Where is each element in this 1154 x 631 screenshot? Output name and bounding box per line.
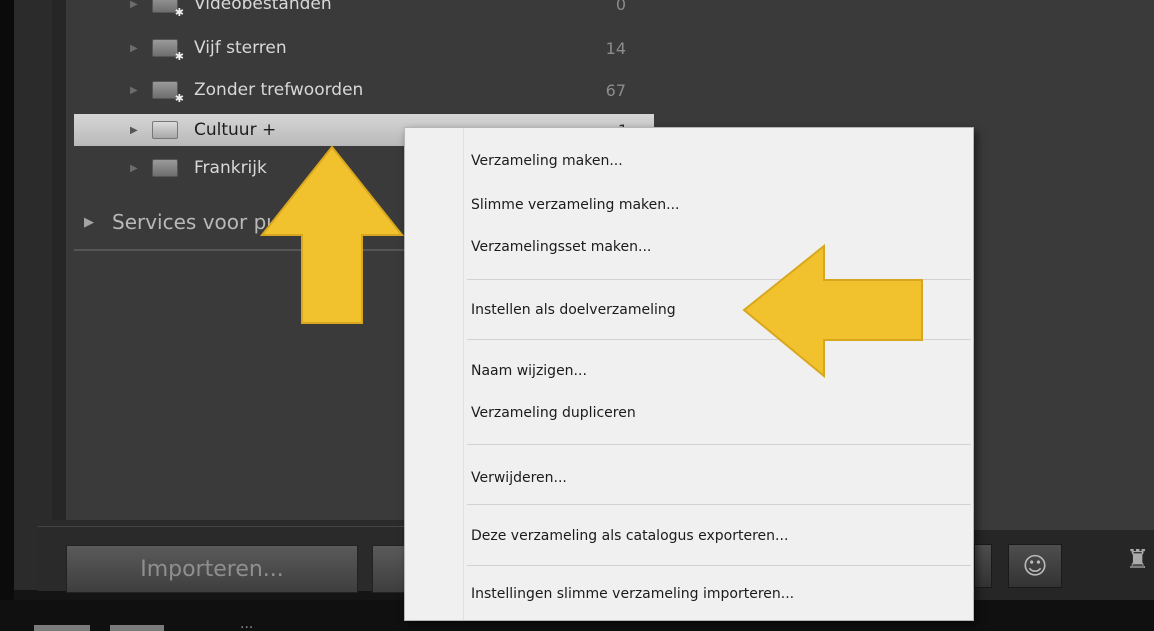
smart-collection-icon: ✱: [152, 0, 184, 18]
spray-can-icon[interactable]: ♜: [1126, 545, 1149, 589]
filmstrip-toggle-2[interactable]: [110, 625, 164, 631]
survey-view-button[interactable]: [974, 544, 992, 588]
menu-item-naam-wijzigen[interactable]: Naam wijzigen...: [471, 357, 587, 385]
filmstrip-toggle[interactable]: [34, 625, 90, 631]
menu-item-verwijderen[interactable]: Verwijderen...: [471, 464, 567, 492]
disclosure-icon[interactable]: ▶: [130, 163, 152, 174]
collection-icon: [152, 121, 178, 139]
collection-label: Videobestanden: [194, 0, 332, 14]
people-icon[interactable]: ☺: [1008, 544, 1062, 588]
menu-separator: [467, 504, 971, 505]
left-bezel: [0, 0, 14, 631]
menu-item-slimme-verzameling-maken[interactable]: Slimme verzameling maken...: [471, 191, 680, 219]
expand-triangle-icon[interactable]: ▶: [84, 215, 94, 230]
menu-gutter: [463, 128, 464, 620]
collection-row-zonder-trefwoorden[interactable]: ▶ ✱ Zonder trefwoorden 67: [130, 72, 626, 108]
disclosure-icon[interactable]: ▶: [130, 85, 152, 96]
menu-item-exporteren-als-catalogus[interactable]: Deze verzameling als catalogus exportere…: [471, 522, 788, 550]
disclosure-icon[interactable]: ▶: [130, 125, 152, 136]
disclosure-icon[interactable]: ▶: [130, 0, 152, 10]
lightroom-window: ▶ ✱ Videobestanden 0 ▶ ✱ Vijf sterren 14…: [0, 0, 1154, 631]
smart-collection-icon: ✱: [152, 39, 184, 62]
left-arrow-icon: [742, 243, 923, 379]
collection-icon: [152, 159, 178, 177]
menu-item-verzamelingsset-maken[interactable]: Verzamelingsset maken...: [471, 233, 651, 261]
menu-item-verzameling-maken[interactable]: Verzameling maken...: [471, 147, 623, 175]
menu-item-verzameling-dupliceren[interactable]: Verzameling dupliceren: [471, 399, 636, 427]
collection-row-vijf-sterren[interactable]: ▶ ✱ Vijf sterren 14: [130, 30, 626, 66]
collection-label: Zonder trefwoorden: [194, 80, 364, 100]
collection-count: 67: [605, 80, 626, 100]
collection-row-videobestanden[interactable]: ▶ ✱ Videobestanden 0: [130, 0, 626, 22]
collection-label: Cultuur +: [194, 120, 277, 140]
collection-label: Vijf sterren: [194, 38, 287, 58]
collection-label: Frankrijk: [194, 158, 267, 178]
menu-item-instellen-als-doelverzameling[interactable]: Instellen als doelverzameling: [471, 296, 676, 324]
menu-item-instellingen-importeren[interactable]: Instellingen slimme verzameling importer…: [471, 580, 794, 608]
collection-count: 14: [605, 38, 626, 58]
collection-count: 0: [615, 0, 626, 14]
smart-collection-icon: ✱: [152, 81, 184, 104]
up-arrow-icon: [259, 145, 405, 324]
import-button[interactable]: Importeren...: [66, 545, 358, 593]
filmstrip-info: ...: [240, 616, 254, 631]
disclosure-icon[interactable]: ▶: [130, 43, 152, 54]
panel-scroll-edge[interactable]: [52, 0, 66, 520]
menu-separator: [467, 444, 971, 445]
menu-separator: [467, 565, 971, 566]
